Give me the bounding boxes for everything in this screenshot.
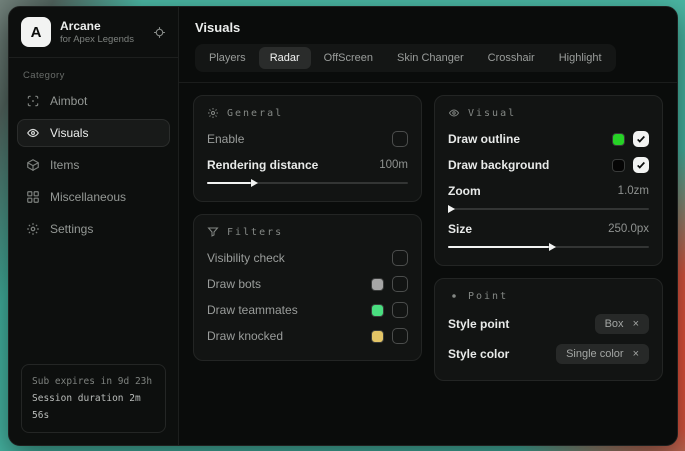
- panel-general: General Enable Rendering distance 100m: [193, 95, 422, 202]
- app-title-block: Arcane for Apex Legends: [60, 19, 144, 46]
- draw-background-color-swatch[interactable]: [612, 159, 625, 172]
- app-name: Arcane: [60, 19, 144, 34]
- size-slider[interactable]: [448, 242, 649, 252]
- tab-offscreen[interactable]: OffScreen: [313, 47, 384, 69]
- draw-bots-checkbox[interactable]: [392, 276, 408, 292]
- style-point-label: Style point: [448, 317, 509, 331]
- sidebar-item-label: Miscellaneous: [50, 190, 126, 204]
- size-value: 250.0px: [608, 223, 649, 235]
- tab-highlight[interactable]: Highlight: [548, 47, 613, 69]
- app-window: A Arcane for Apex Legends Category Aimbo…: [8, 6, 678, 446]
- style-color-value: Single color: [566, 348, 623, 360]
- tab-crosshair[interactable]: Crosshair: [477, 47, 546, 69]
- sidebar-item-settings[interactable]: Settings: [17, 215, 170, 243]
- panel-title: Filters: [227, 227, 283, 238]
- draw-outline-label: Draw outline: [448, 132, 520, 146]
- draw-knocked-checkbox[interactable]: [392, 328, 408, 344]
- draw-background-label: Draw background: [448, 158, 549, 172]
- sidebar-item-label: Aimbot: [50, 94, 87, 108]
- tab-bar: Players Radar OffScreen Skin Changer Cro…: [195, 44, 616, 72]
- eye-icon: [448, 107, 460, 119]
- draw-teammates-checkbox[interactable]: [392, 302, 408, 318]
- funnel-icon: [207, 226, 219, 238]
- close-icon[interactable]: ×: [633, 319, 639, 330]
- sidebar: A Arcane for Apex Legends Category Aimbo…: [9, 7, 179, 445]
- draw-outline-color-swatch[interactable]: [612, 133, 625, 146]
- zoom-slider[interactable]: [448, 204, 649, 214]
- draw-bots-color-swatch[interactable]: [371, 278, 384, 291]
- visibility-check-label: Visibility check: [207, 251, 285, 265]
- rendering-distance-value: 100m: [379, 159, 408, 171]
- panel-title: Visual: [468, 108, 516, 119]
- eye-scan-icon: [26, 126, 40, 140]
- zoom-label: Zoom: [448, 184, 481, 198]
- panel-visual: Visual Draw outline Draw background: [434, 95, 663, 266]
- panel-title: Point: [468, 291, 508, 302]
- zoom-value: 1.0zm: [618, 185, 649, 197]
- visibility-check-checkbox[interactable]: [392, 250, 408, 266]
- sidebar-item-label: Items: [50, 158, 79, 172]
- enable-label: Enable: [207, 132, 244, 146]
- draw-background-checkbox[interactable]: [633, 157, 649, 173]
- sub-expires-text: Sub expires in 9d 23h: [32, 373, 155, 390]
- point-icon: [448, 290, 460, 302]
- page-title: Visuals: [195, 20, 661, 35]
- category-label: Category: [9, 58, 178, 87]
- app-logo: A: [21, 17, 51, 47]
- tab-skin-changer[interactable]: Skin Changer: [386, 47, 475, 69]
- session-status-box: Sub expires in 9d 23h Session duration 2…: [21, 364, 166, 433]
- style-point-dropdown[interactable]: Box ×: [595, 314, 649, 334]
- gear-icon: [207, 107, 219, 119]
- draw-teammates-color-swatch[interactable]: [371, 304, 384, 317]
- draw-outline-checkbox[interactable]: [633, 131, 649, 147]
- grid-icon: [26, 190, 40, 204]
- close-icon[interactable]: ×: [633, 349, 639, 360]
- style-point-value: Box: [605, 318, 624, 330]
- draw-teammates-label: Draw teammates: [207, 303, 298, 317]
- target-icon[interactable]: [153, 26, 166, 39]
- sidebar-item-aimbot[interactable]: Aimbot: [17, 87, 170, 115]
- enable-checkbox[interactable]: [392, 131, 408, 147]
- panel-title: General: [227, 108, 283, 119]
- session-duration-text: Session duration 2m 56s: [32, 390, 155, 424]
- crosshair-icon: [26, 94, 40, 108]
- panel-filters: Filters Visibility check Draw bots: [193, 214, 422, 361]
- cube-icon: [26, 158, 40, 172]
- style-color-dropdown[interactable]: Single color ×: [556, 344, 649, 364]
- panel-point: Point Style point Box × Style color Sing…: [434, 278, 663, 381]
- sidebar-item-items[interactable]: Items: [17, 151, 170, 179]
- sidebar-item-label: Settings: [50, 222, 93, 236]
- main-area: Visuals Players Radar OffScreen Skin Cha…: [179, 7, 677, 445]
- size-label: Size: [448, 222, 472, 236]
- tab-players[interactable]: Players: [198, 47, 257, 69]
- sidebar-item-miscellaneous[interactable]: Miscellaneous: [17, 183, 170, 211]
- draw-knocked-color-swatch[interactable]: [371, 330, 384, 343]
- sidebar-nav: Aimbot Visuals Items Miscellaneous: [9, 87, 178, 243]
- sidebar-item-visuals[interactable]: Visuals: [17, 119, 170, 147]
- draw-bots-label: Draw bots: [207, 277, 261, 291]
- rendering-distance-label: Rendering distance: [207, 158, 318, 172]
- draw-knocked-label: Draw knocked: [207, 329, 283, 343]
- sidebar-item-label: Visuals: [50, 126, 88, 140]
- gear-icon: [26, 222, 40, 236]
- rendering-distance-slider[interactable]: [207, 178, 408, 188]
- style-color-label: Style color: [448, 347, 509, 361]
- tab-radar[interactable]: Radar: [259, 47, 311, 69]
- sidebar-header: A Arcane for Apex Legends: [9, 7, 178, 58]
- app-subtitle: for Apex Legends: [60, 34, 144, 46]
